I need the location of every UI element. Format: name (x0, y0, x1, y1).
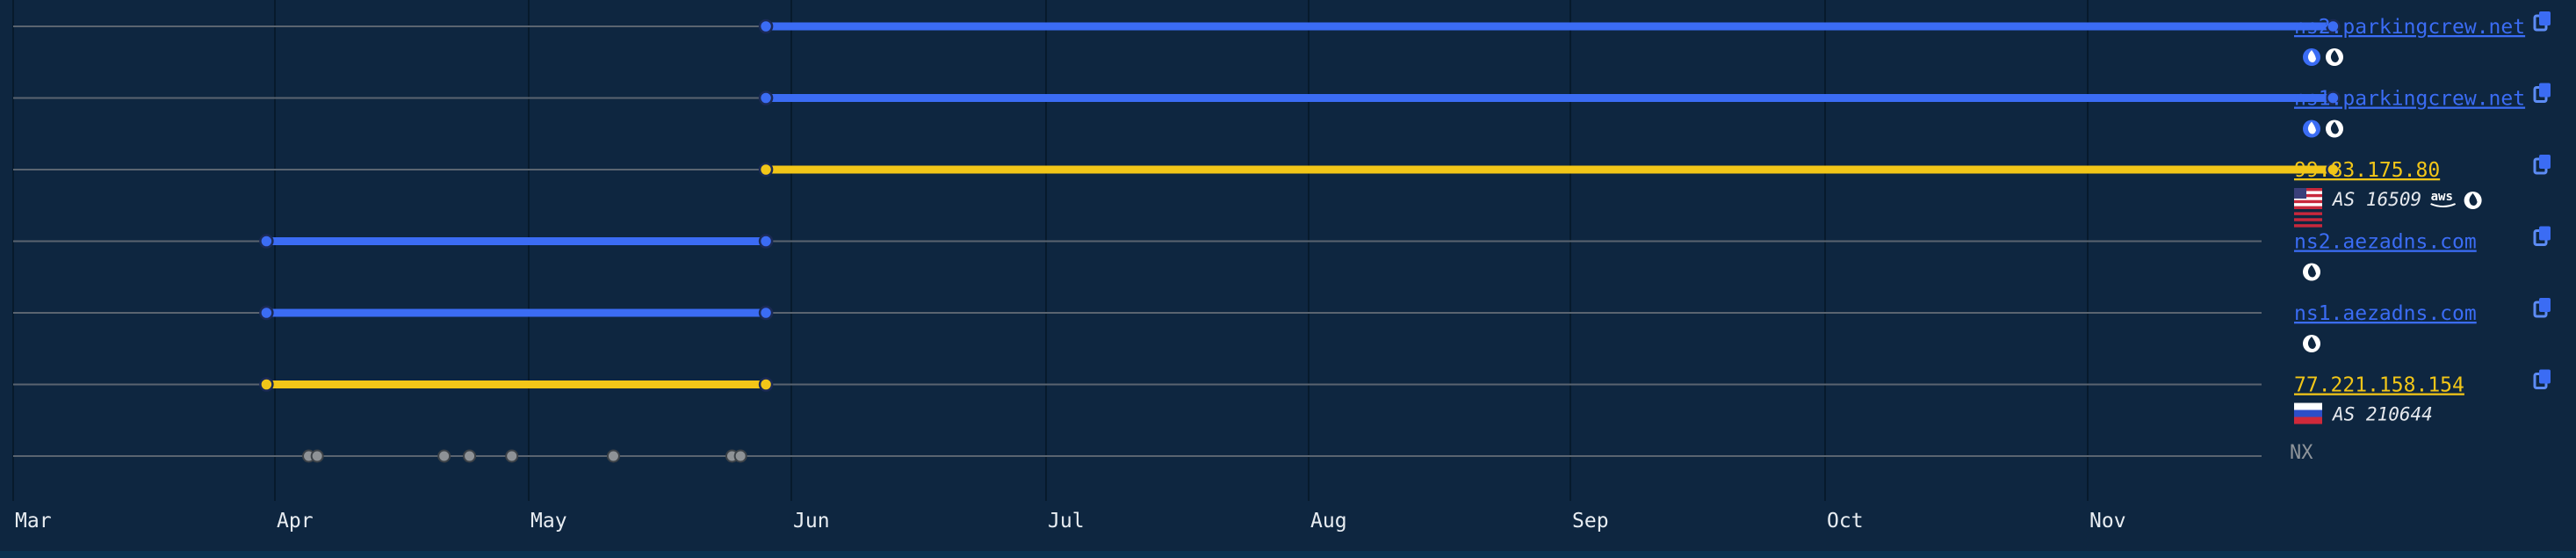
ru-flag-white (2294, 402, 2322, 410)
nx-point (463, 449, 477, 463)
record-start-point (758, 18, 774, 34)
record-link[interactable]: ns1.parkingcrew.net (2294, 88, 2525, 111)
us-flag-stripe (2294, 206, 2322, 210)
record-end-point (758, 305, 774, 321)
timeline-svg: ns2.parkingcrew.net ns1.parkingcrew.net 99… (0, 0, 2576, 558)
nx-point (733, 449, 747, 463)
us-flag-stripe (2294, 199, 2322, 204)
tick-label-may: May (530, 510, 567, 533)
tick-label-nov: Nov (2089, 510, 2126, 533)
record-link[interactable]: ns2.aezadns.com (2294, 231, 2477, 254)
us-flag-stripe (2294, 218, 2322, 221)
record-start-point (259, 234, 274, 249)
ru-flag-blue (2294, 409, 2322, 417)
copy-icon-front[interactable] (2539, 155, 2551, 169)
dns-timeline-chart: ns2.parkingcrew.net ns1.parkingcrew.net 99… (0, 0, 2576, 558)
record-link[interactable]: ns2.parkingcrew.net (2294, 16, 2525, 39)
nx-point (310, 449, 324, 463)
aws-icon-smile (2430, 203, 2456, 207)
copy-icon-front[interactable] (2539, 298, 2551, 312)
record-start-point (758, 162, 774, 178)
tick-label-oct: Oct (1827, 510, 1864, 533)
asn-label: AS 210644 (2331, 404, 2433, 425)
tick-label-jun: Jun (793, 510, 830, 533)
nx-label: NX (2290, 442, 2313, 464)
copy-icon-front[interactable] (2539, 11, 2551, 25)
record-start-point (259, 305, 274, 321)
us-flag-stripe (2294, 212, 2322, 215)
copy-icon-front[interactable] (2539, 226, 2551, 241)
nx-point (505, 449, 519, 463)
tick-label-jul: Jul (1048, 510, 1085, 533)
asn-label: AS 16509 (2331, 189, 2421, 210)
record-link[interactable]: 99.83.175.80 (2294, 159, 2440, 182)
record-link[interactable]: 77.221.158.154 (2294, 374, 2464, 397)
nx-point (606, 449, 620, 463)
tick-label-apr: Apr (277, 510, 314, 533)
us-flag-stripe (2294, 224, 2322, 228)
us-flag-canton (2294, 188, 2306, 199)
record-start-point (259, 377, 274, 392)
aws-icon: aws (2431, 190, 2453, 204)
record-start-point (758, 91, 774, 105)
copy-icon-front[interactable] (2539, 369, 2551, 384)
record-end-point (758, 377, 774, 392)
bottom-border (0, 551, 2576, 558)
tick-label-mar: Mar (15, 510, 52, 533)
tick-label-sep: Sep (1572, 510, 1609, 533)
tick-label-aug: Aug (1310, 510, 1347, 533)
copy-icon-front[interactable] (2539, 83, 2551, 98)
nx-point (437, 449, 451, 463)
ru-flag-red (2294, 417, 2322, 424)
record-end-point (758, 234, 774, 249)
record-link[interactable]: ns1.aezadns.com (2294, 302, 2477, 325)
